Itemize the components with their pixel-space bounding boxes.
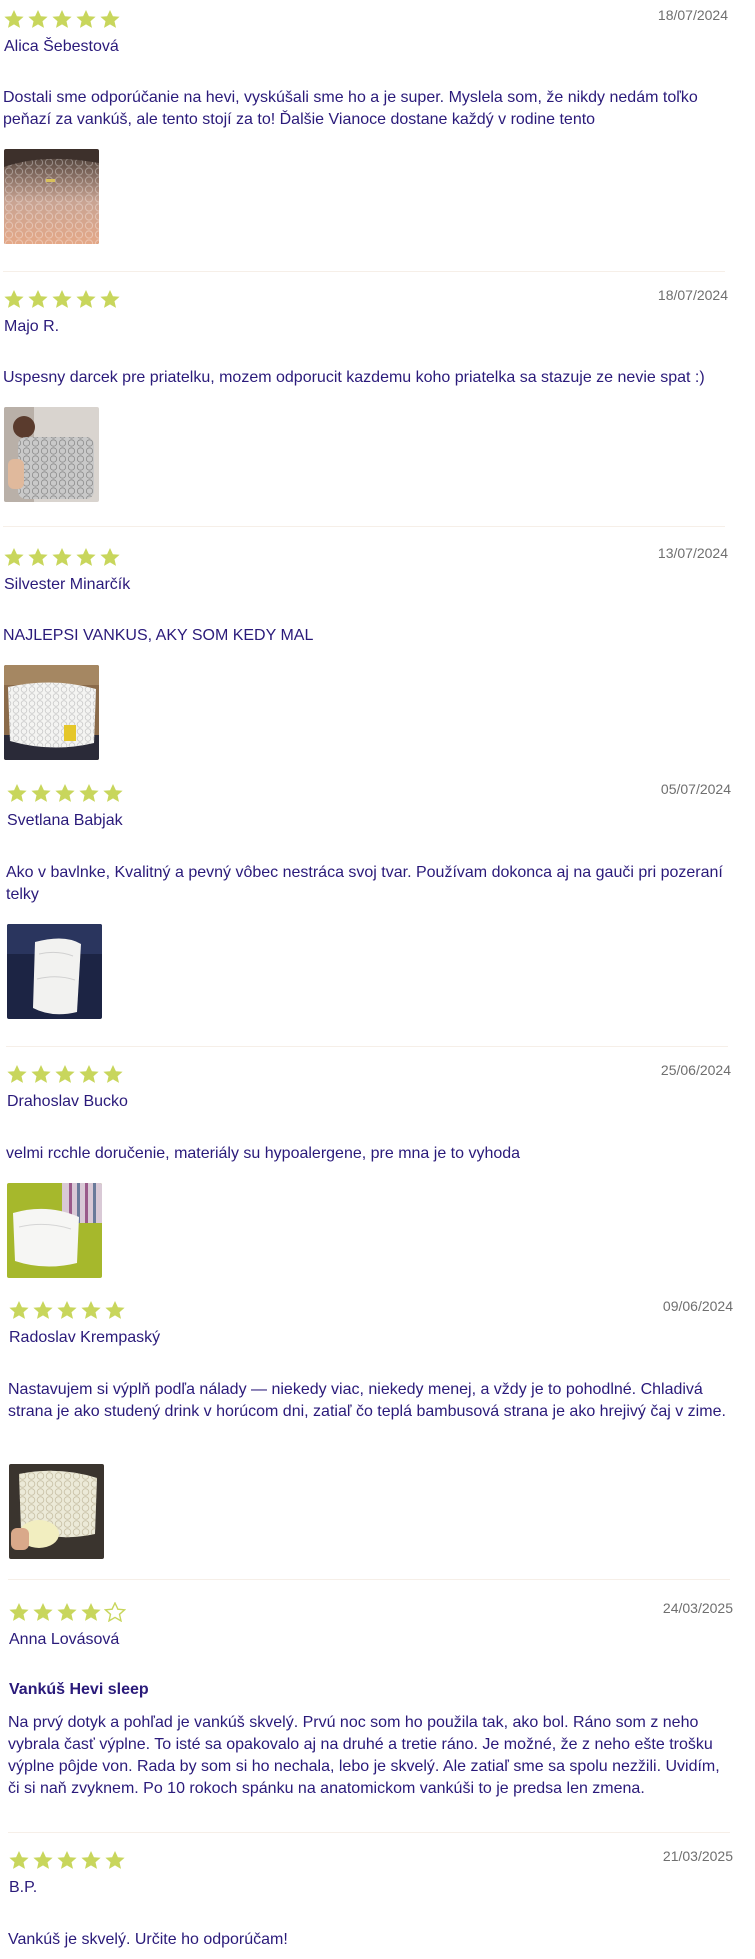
star-filled-icon: [31, 1065, 51, 1083]
star-filled-icon: [9, 1301, 29, 1319]
star-filled-icon: [33, 1851, 53, 1869]
review-date: 24/03/2025: [662, 1600, 733, 1616]
star-filled-icon: [103, 784, 123, 802]
pillow-closeup-photo: [4, 149, 99, 244]
star-filled-icon: [52, 548, 72, 566]
review-date: 09/06/2024: [662, 1298, 733, 1314]
review-author: B.P.: [9, 1879, 38, 1896]
person-holding-pillow-photo: [4, 407, 99, 502]
review-body: NAJLEPSI VANKUS, AKY SOM KEDY MAL: [3, 627, 314, 644]
star-filled-icon: [76, 290, 96, 308]
star-filled-icon: [81, 1301, 101, 1319]
review-photo[interactable]: [7, 1183, 102, 1278]
star-filled-icon: [4, 10, 24, 28]
review-body: velmi rcchle doručenie, materiály su hyp…: [6, 1145, 521, 1162]
star-filled-icon: [100, 10, 120, 28]
review-author: Svetlana Babjak: [7, 812, 123, 829]
review-body: Nastavujem si výplň podľa nálady — nieke…: [8, 1381, 726, 1420]
review-body: Uspesny darcek pre priatelku, mozem odpo…: [3, 369, 705, 386]
review-card: 25/06/2024 Drahoslav Bucko velmi rcchle …: [6, 1062, 731, 1284]
review-photo[interactable]: [4, 665, 99, 760]
review-author: Drahoslav Bucko: [7, 1093, 128, 1110]
star-filled-icon: [28, 290, 48, 308]
star-filled-icon: [31, 784, 51, 802]
review-date: 05/07/2024: [660, 781, 731, 797]
pillow-on-sofa-photo: [7, 924, 102, 1019]
review-body: Ako v bavlnke, Kvalitný a pevný vôbec ne…: [6, 864, 723, 903]
review-title: Vankúš Hevi sleep: [9, 1681, 149, 1698]
star-empty-icon: [104, 1602, 126, 1622]
star-filled-icon: [105, 1301, 125, 1319]
star-rating: [3, 547, 121, 567]
star-rating: [3, 289, 121, 309]
review-body: Vankúš je skvelý. Určite ho odporúčam!: [8, 1931, 288, 1948]
star-filled-icon: [57, 1301, 77, 1319]
review-body: Dostali sme odporúčanie na hevi, vyskúša…: [3, 89, 698, 128]
star-filled-icon: [76, 548, 96, 566]
star-rating: [8, 1300, 126, 1320]
star-filled-icon: [76, 10, 96, 28]
review-divider: [8, 1579, 730, 1580]
review-divider: [6, 1046, 728, 1047]
review-divider: [3, 526, 725, 527]
review-photo[interactable]: [7, 924, 102, 1019]
star-filled-icon: [33, 1301, 53, 1319]
review-author: Anna Lovásová: [9, 1631, 120, 1648]
star-filled-icon: [100, 290, 120, 308]
review-card: 21/03/2025 B.P. Vankúš je skvelý. Určite…: [8, 1848, 733, 1950]
review-author: Silvester Minarčík: [4, 576, 131, 593]
review-card: 05/07/2024 Svetlana Babjak Ako v bavlnke…: [6, 781, 731, 1047]
review-card: 13/07/2024 Silvester Minarčík NAJLEPSI V…: [3, 545, 728, 767]
review-photo[interactable]: [9, 1464, 104, 1559]
review-author: Alica Šebestová: [4, 38, 119, 55]
review-card: 18/07/2024 Alica Šebestová Dostali sme o…: [3, 7, 728, 272]
star-filled-icon: [105, 1851, 125, 1869]
review-card: 09/06/2024 Radoslav Krempaský Nastavujem…: [8, 1298, 733, 1580]
star-filled-icon: [9, 1603, 29, 1621]
star-filled-icon: [52, 290, 72, 308]
review-author: Majo R.: [4, 318, 60, 335]
star-filled-icon: [7, 1065, 27, 1083]
star-filled-icon: [55, 784, 75, 802]
review-photo[interactable]: [4, 407, 99, 502]
pillow-filling-photo: [9, 1464, 104, 1559]
star-filled-icon: [52, 10, 72, 28]
star-filled-icon: [4, 290, 24, 308]
star-rating: [6, 1064, 124, 1084]
review-divider: [8, 1832, 730, 1833]
star-filled-icon: [4, 548, 24, 566]
review-date: 21/03/2025: [662, 1848, 733, 1864]
review-author: Radoslav Krempaský: [9, 1329, 161, 1346]
star-filled-icon: [33, 1603, 53, 1621]
star-filled-icon: [100, 548, 120, 566]
review-date: 25/06/2024: [660, 1062, 731, 1078]
star-filled-icon: [81, 1851, 101, 1869]
pillow-on-bed-photo: [4, 665, 99, 760]
reviews-list: 18/07/2024 Alica Šebestová Dostali sme o…: [0, 0, 755, 1959]
star-filled-icon: [57, 1851, 77, 1869]
star-filled-icon: [55, 1065, 75, 1083]
star-filled-icon: [79, 784, 99, 802]
review-date: 18/07/2024: [657, 287, 728, 303]
star-filled-icon: [9, 1851, 29, 1869]
star-filled-icon: [79, 1065, 99, 1083]
review-divider: [3, 271, 725, 272]
review-card: 24/03/2025 Anna Lovásová Vankúš Hevi sle…: [8, 1600, 733, 1833]
pillow-on-green-sheet-photo: [7, 1183, 102, 1278]
star-rating: [6, 783, 124, 803]
star-filled-icon: [28, 548, 48, 566]
star-filled-icon: [103, 1065, 123, 1083]
star-filled-icon: [57, 1603, 77, 1621]
review-body: Na prvý dotyk a pohľad je vankúš skvelý.…: [8, 1714, 720, 1797]
review-date: 18/07/2024: [657, 7, 728, 23]
star-rating: [8, 1602, 126, 1622]
review-photo[interactable]: [4, 149, 99, 244]
star-filled-icon: [28, 10, 48, 28]
review-card: 18/07/2024 Majo R. Uspesny darcek pre pr…: [3, 287, 728, 527]
star-rating: [8, 1850, 126, 1870]
star-filled-icon: [7, 784, 27, 802]
star-filled-icon: [81, 1603, 101, 1621]
star-rating: [3, 9, 121, 29]
review-date: 13/07/2024: [657, 545, 728, 561]
